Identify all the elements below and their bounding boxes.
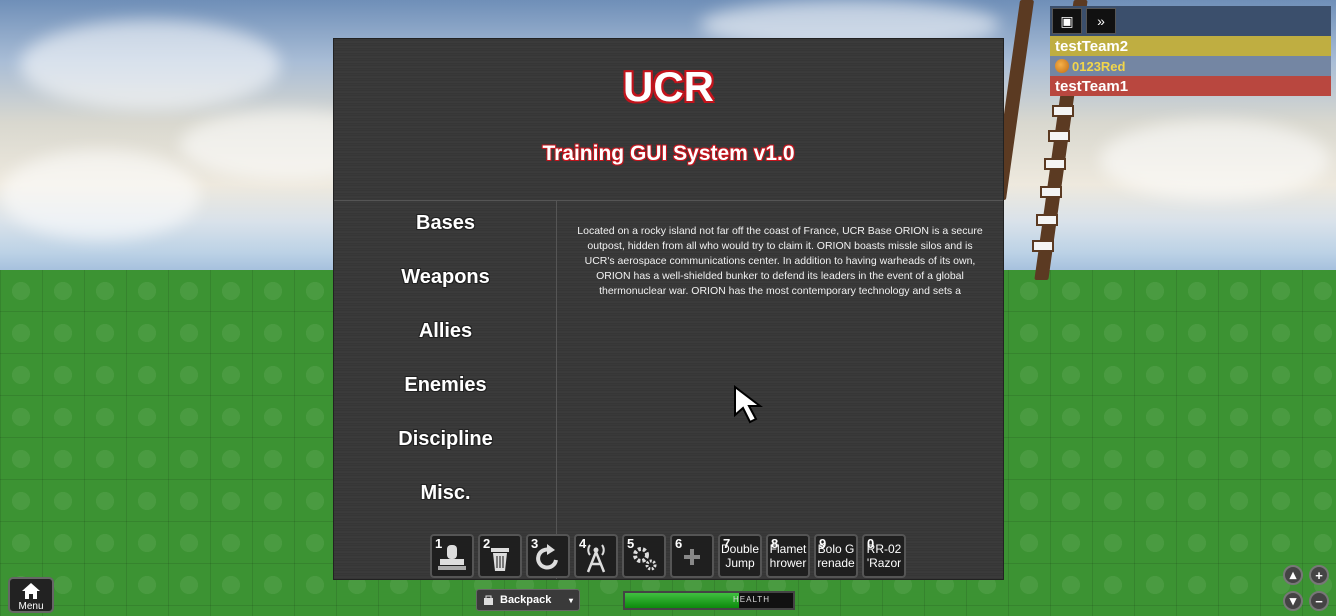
hotbar-slot-8[interactable]: Flamethrower 8 [766, 534, 810, 578]
fast-forward-icon[interactable]: » [1086, 8, 1116, 34]
team-name: testTeam1 [1055, 77, 1129, 95]
hotbar-slot-4[interactable]: 4 [574, 534, 618, 578]
backpack-label: Backpack [500, 594, 552, 606]
slot-number: 7 [723, 536, 731, 551]
menu-item-misc[interactable]: Misc. [334, 482, 557, 505]
gui-header: UCR Training GUI System v1.0 [334, 39, 1003, 201]
menu-button[interactable]: Menu [8, 577, 54, 613]
slot-number: 4 [579, 536, 587, 551]
mouse-cursor-icon [734, 385, 763, 424]
slot-number: 0 [867, 536, 875, 551]
hotbar-slot-7[interactable]: Double Jump 7 [718, 534, 762, 578]
menu-item-enemies[interactable]: Enemies [334, 374, 557, 397]
hotbar-slot-6[interactable]: 6 [670, 534, 714, 578]
backpack-button[interactable]: Backpack ▾ [476, 589, 580, 611]
health-fill [625, 593, 740, 608]
training-gui-panel: UCR Training GUI System v1.0 Bases Weapo… [334, 39, 1003, 579]
player-list: ▣ » testTeam2 0123Red testTeam1 [1050, 6, 1331, 96]
player-name: 0123Red [1072, 58, 1126, 74]
gui-subtitle: Training GUI System v1.0 [542, 142, 795, 165]
menu-item-allies[interactable]: Allies [334, 320, 557, 343]
player-badge-icon [1055, 59, 1069, 73]
slot-number: 2 [483, 536, 491, 551]
camera-down-icon[interactable]: ▾ [1283, 591, 1303, 611]
tool-hotbar: 1 2 3 4 5 6 Double Jump 7 Flamethrower 8… [430, 534, 906, 578]
team-row-testteam2[interactable]: testTeam2 [1050, 36, 1331, 56]
slot-number: 6 [675, 536, 683, 551]
gui-content: Located on a rocky island not far off th… [558, 201, 1003, 579]
camera-up-icon[interactable]: ▴ [1283, 565, 1303, 585]
window-toggle-icon[interactable]: ▣ [1052, 8, 1082, 34]
slot-number: 1 [435, 536, 443, 551]
zoom-in-icon[interactable]: + [1309, 565, 1329, 585]
health-bar: HEALTH [623, 591, 795, 610]
player-list-header: ▣ » [1050, 6, 1331, 36]
health-label: HEALTH [733, 595, 770, 604]
backpack-icon [484, 595, 493, 605]
chevron-down-icon: ▾ [568, 595, 573, 605]
hotbar-slot-0[interactable]: RR-02 'Razor 0 [862, 534, 906, 578]
hotbar-slot-9[interactable]: Bolo Grenade 9 [814, 534, 858, 578]
hotbar-slot-2[interactable]: 2 [478, 534, 522, 578]
home-icon [22, 583, 40, 599]
team-row-testteam1[interactable]: testTeam1 [1050, 76, 1331, 96]
description-text: Located on a rocky island not far off th… [577, 225, 983, 297]
slot-number: 5 [627, 536, 635, 551]
gui-title: UCR [623, 63, 714, 110]
team-name: testTeam2 [1055, 37, 1129, 55]
menu-item-discipline[interactable]: Discipline [334, 428, 557, 451]
hotbar-slot-1[interactable]: 1 [430, 534, 474, 578]
slot-number: 9 [819, 536, 827, 551]
slot-number: 3 [531, 536, 539, 551]
player-row-0123red[interactable]: 0123Red [1050, 56, 1331, 76]
hotbar-slot-3[interactable]: 3 [526, 534, 570, 578]
slot-number: 8 [771, 536, 779, 551]
zoom-out-icon[interactable]: − [1309, 591, 1329, 611]
hotbar-slot-5[interactable]: 5 [622, 534, 666, 578]
menu-item-bases[interactable]: Bases [334, 212, 557, 235]
menu-label: Menu [18, 601, 44, 612]
menu-item-weapons[interactable]: Weapons [334, 266, 557, 289]
gui-menu: Bases Weapons Allies Enemies Discipline … [334, 201, 557, 579]
